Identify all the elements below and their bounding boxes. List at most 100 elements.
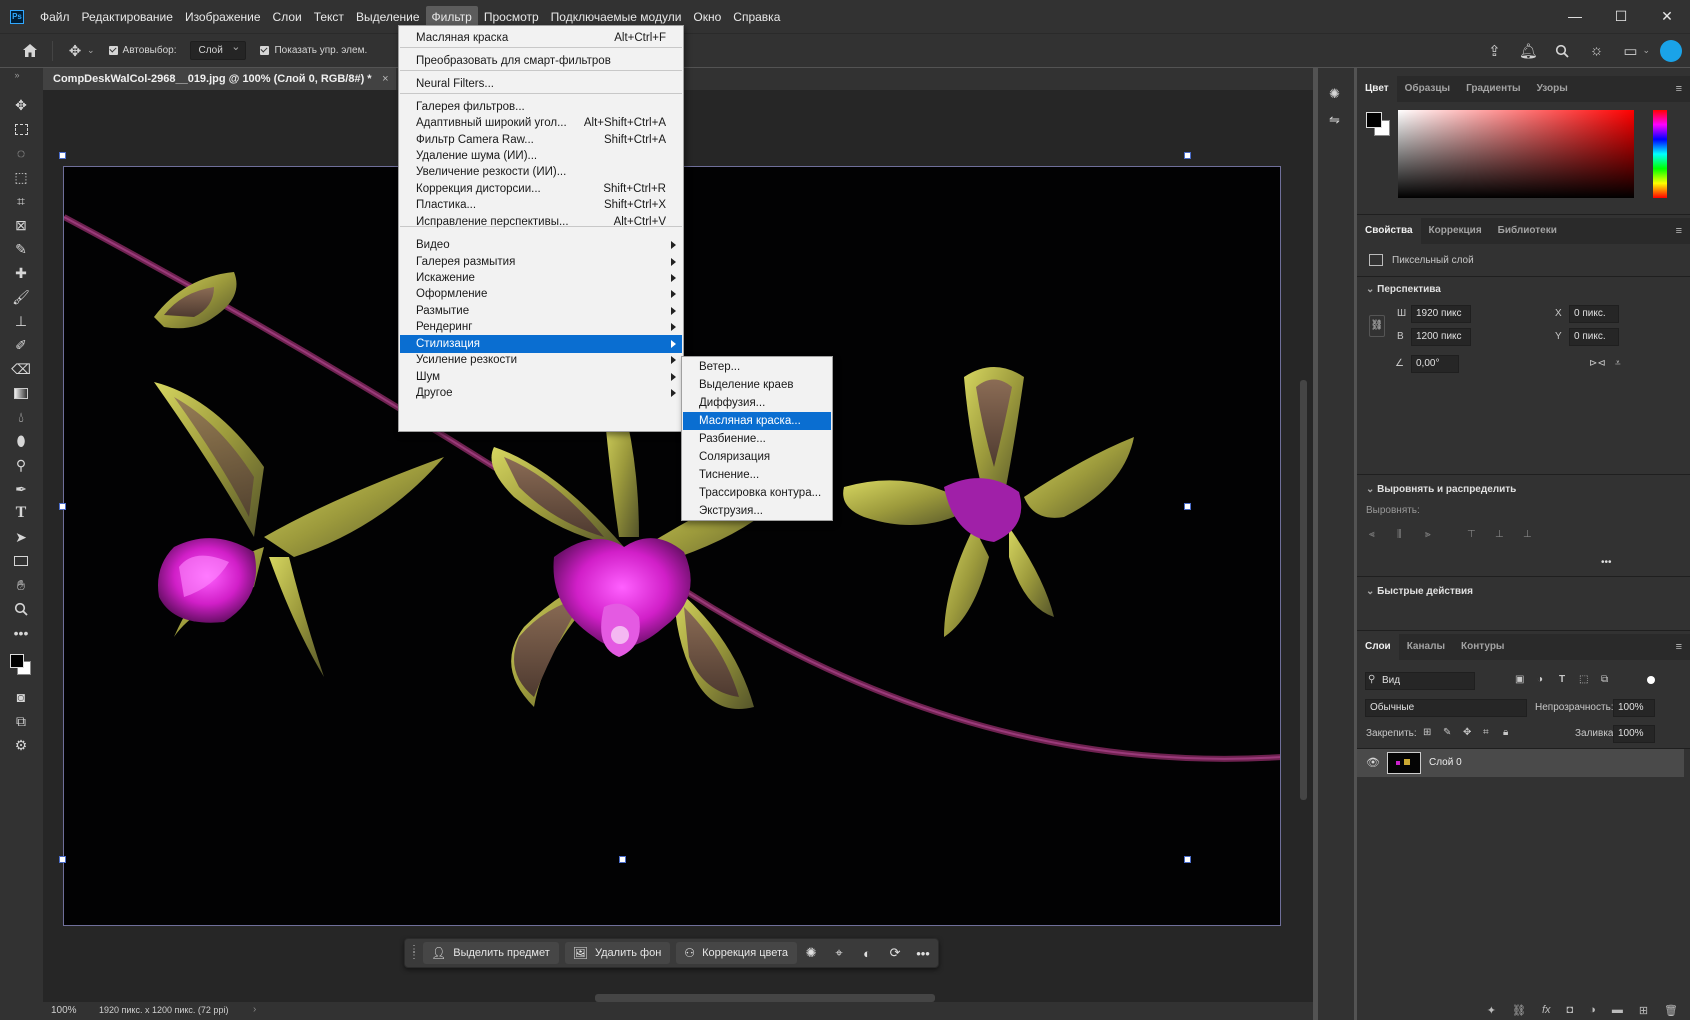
home-icon[interactable] (18, 39, 42, 63)
filter-menu-item[interactable]: Видео (400, 236, 682, 254)
x-field[interactable]: 0 пикс. (1569, 305, 1619, 323)
layer-visibility-eye-icon[interactable]: 👁︎ (1366, 756, 1380, 769)
quick-mask-icon[interactable]: ◙ (10, 686, 32, 708)
status-expand-icon[interactable]: › (253, 1004, 256, 1015)
horizontal-scrollbar[interactable] (595, 994, 935, 1002)
stylize-menu-item[interactable]: Выделение краев (683, 376, 831, 394)
transform-handle-bottom-left[interactable] (59, 856, 66, 863)
vertical-scrollbar[interactable] (1300, 380, 1307, 800)
menu-4[interactable]: Текст (308, 6, 350, 28)
workspace-icon[interactable]: ▭ (1618, 39, 1642, 63)
link-layers-icon[interactable]: ⛓︎ (1512, 1004, 1526, 1017)
tab-color[interactable]: Цвет (1357, 76, 1397, 102)
bell-icon[interactable]: 🔔︎ (1516, 39, 1540, 63)
color-foreground-swatch[interactable] (1366, 112, 1382, 128)
discover-icon[interactable]: ☼ (1584, 39, 1608, 63)
align-center-icon[interactable]: ⫼ (1397, 529, 1402, 540)
panel-menu-icon[interactable]: ≡ (1676, 641, 1682, 653)
layer-row[interactable]: 👁︎ Слой 0 (1357, 749, 1684, 777)
color-field[interactable] (1398, 110, 1634, 198)
transform-handle-right[interactable] (1184, 503, 1191, 510)
close-window-button[interactable]: ✕ (1644, 0, 1690, 33)
menu-9[interactable]: Окно (687, 6, 727, 28)
more-align-button[interactable]: ••• (1601, 557, 1612, 568)
fill-field[interactable]: 100% (1613, 725, 1655, 743)
filter-type-icon[interactable]: T (1559, 674, 1565, 685)
stylize-menu-item[interactable]: Масляная краска... (683, 412, 831, 430)
flip-horizontal-icon[interactable]: ⊳⊲ (1589, 358, 1606, 369)
healing-brush-tool-icon[interactable]: ✚ (10, 262, 32, 284)
menu-1[interactable]: Редактирование (76, 6, 179, 28)
transform-handle-bottom[interactable] (619, 856, 626, 863)
autoselect-checkbox[interactable] (108, 46, 118, 55)
align-left-icon[interactable]: ⫷ (1369, 529, 1375, 540)
eyedropper-tool-icon[interactable]: ✎ (10, 238, 32, 260)
height-field[interactable]: 1200 пикс (1411, 328, 1471, 346)
tab-gradients[interactable]: Градиенты (1458, 76, 1529, 102)
frame-tool-icon[interactable]: ⊠ (10, 214, 32, 236)
filter-smart-icon[interactable]: ⧉ (1601, 674, 1608, 685)
menu-0[interactable]: Файл (34, 6, 76, 28)
tab-libraries[interactable]: Библиотеки (1490, 218, 1565, 244)
move-tool-icon[interactable]: ✥ (63, 39, 87, 63)
object-selection-tool-icon[interactable]: ⬚ (10, 166, 32, 188)
color-swatches[interactable] (8, 652, 31, 675)
menu-2[interactable]: Изображение (179, 6, 267, 28)
quick-actions-title[interactable]: Быстрые действия (1366, 586, 1473, 597)
dodge-tool-icon[interactable]: ⬮ (10, 430, 32, 452)
transform-handle-top-right[interactable] (1184, 152, 1191, 159)
properties-icon[interactable]: ⇋ (1329, 112, 1340, 128)
align-bottom-icon[interactable]: ⊥ (1523, 529, 1532, 540)
screen-mode-icon[interactable]: ⧉ (10, 710, 32, 732)
select-subject-button[interactable]: 👤︎ Выделить предмет (423, 942, 559, 964)
crop-tool-icon[interactable]: ⌗ (10, 190, 32, 212)
trash-icon[interactable]: 🗑︎ (1664, 1004, 1678, 1017)
marquee-tool-icon[interactable] (10, 118, 32, 140)
align-top-icon[interactable]: ⊤ (1467, 529, 1476, 540)
brush-tool-icon[interactable]: 🖌︎ (10, 286, 32, 308)
auto-enhance-icon[interactable]: ✺ (797, 945, 825, 961)
filter-menu-item[interactable]: Оформление (400, 285, 682, 303)
filter-toggle[interactable] (1647, 676, 1655, 684)
show-controls-checkbox[interactable] (260, 46, 270, 55)
foreground-color-swatch[interactable] (10, 654, 24, 668)
stylize-menu-item[interactable]: Экструзия... (683, 502, 831, 520)
history-brush-tool-icon[interactable]: ✐ (10, 334, 32, 356)
opacity-field[interactable]: 100% (1613, 699, 1655, 717)
hand-tool-icon[interactable]: ✋︎ (10, 574, 32, 596)
filter-menu-item[interactable]: Адаптивный широкий угол... Alt+Shift+Ctrl… (400, 114, 682, 132)
move-tool-icon[interactable]: ✥ (10, 94, 32, 116)
type-tool-icon[interactable]: T (10, 502, 32, 524)
close-tab-icon[interactable]: × (382, 68, 388, 90)
path-selection-tool-icon[interactable]: ➤ (10, 526, 32, 548)
layer-name[interactable]: Слой 0 (1429, 757, 1462, 768)
tab-channels[interactable]: Каналы (1399, 634, 1453, 660)
panel-menu-icon[interactable]: ≡ (1676, 83, 1682, 95)
stylize-menu-item[interactable]: Трассировка контура... (683, 484, 831, 502)
generative-icon[interactable]: ⚙ (10, 734, 32, 756)
filter-menu-item[interactable]: Рендеринг (400, 318, 682, 336)
panel-menu-icon[interactable]: ≡ (1676, 225, 1682, 237)
add-mask-icon[interactable]: ◘ (1567, 1004, 1574, 1016)
angle-field[interactable]: 0,00° (1411, 355, 1459, 373)
flip-vertical-icon[interactable]: ⩡ (1615, 358, 1621, 369)
learn-icon[interactable]: ✺ (1329, 86, 1340, 102)
maximize-button[interactable]: ☐ (1598, 0, 1644, 33)
align-section-title[interactable]: Выровнять и распределить (1366, 484, 1516, 495)
stylize-menu-item[interactable]: Соляризация (683, 448, 831, 466)
filter-adjustment-icon[interactable]: ◑ (1537, 674, 1543, 685)
stylize-menu-item[interactable]: Тиснение... (683, 466, 831, 484)
lock-pixels-icon[interactable]: ✎ (1443, 727, 1451, 738)
tab-patterns[interactable]: Узоры (1529, 76, 1576, 102)
link-icon[interactable]: ⛓︎ (1369, 315, 1385, 337)
filter-menu-item[interactable]: Преобразовать для смарт-фильтров (400, 52, 682, 70)
eraser-tool-icon[interactable]: ⌫ (10, 358, 32, 380)
filter-menu-item[interactable]: Исправление перспективы... Alt+Ctrl+V (400, 213, 682, 231)
share-icon[interactable]: ⇪ (1482, 39, 1506, 63)
gradient-tool-icon[interactable] (10, 382, 32, 404)
more-options-icon[interactable]: ••• (909, 946, 937, 961)
collapse-toolbar-icon[interactable]: » (6, 64, 28, 86)
account-avatar[interactable] (1660, 39, 1682, 62)
y-field[interactable]: 0 пикс. (1569, 328, 1619, 346)
generative-fill-icon[interactable]: ⟳ (881, 945, 909, 961)
